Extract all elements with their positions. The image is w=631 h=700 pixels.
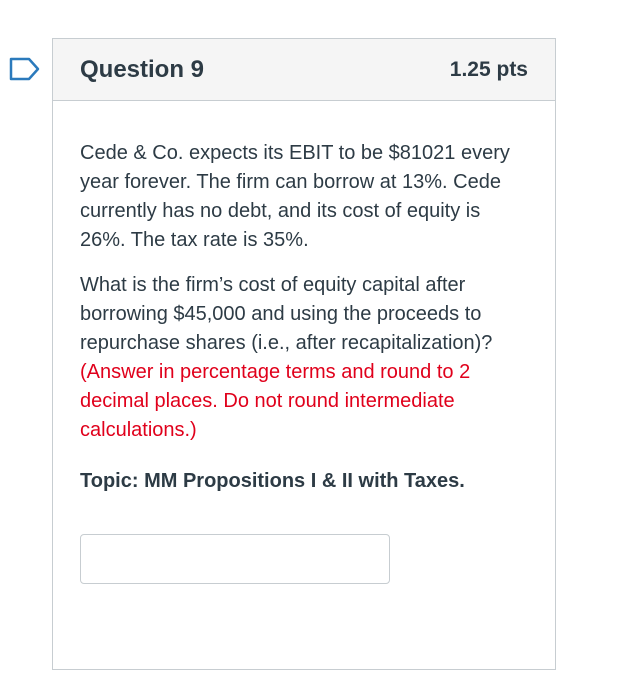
answer-instruction: (Answer in percentage terms and round to… [80,361,471,441]
question-body: Cede & Co. expects its EBIT to be $81021… [53,101,555,584]
quiz-page: Question 9 1.25 pts Cede & Co. expects i… [0,0,631,700]
question-text-paragraph: Cede & Co. expects its EBIT to be $81021… [80,142,510,251]
flag-question-icon[interactable] [9,57,41,81]
question-points: 1.25 pts [449,57,528,81]
question-topic: Topic: MM Propositions I & II with Taxes… [80,470,465,492]
question-header: Question 9 1.25 pts [53,39,555,101]
question-prompt: What is the firm’s cost of equity capita… [80,274,493,354]
question-card: Question 9 1.25 pts Cede & Co. expects i… [52,38,556,670]
question-prompt-paragraph: What is the firm’s cost of equity capita… [80,271,528,445]
question-title: Question 9 [80,55,205,83]
answer-input[interactable] [80,534,390,584]
